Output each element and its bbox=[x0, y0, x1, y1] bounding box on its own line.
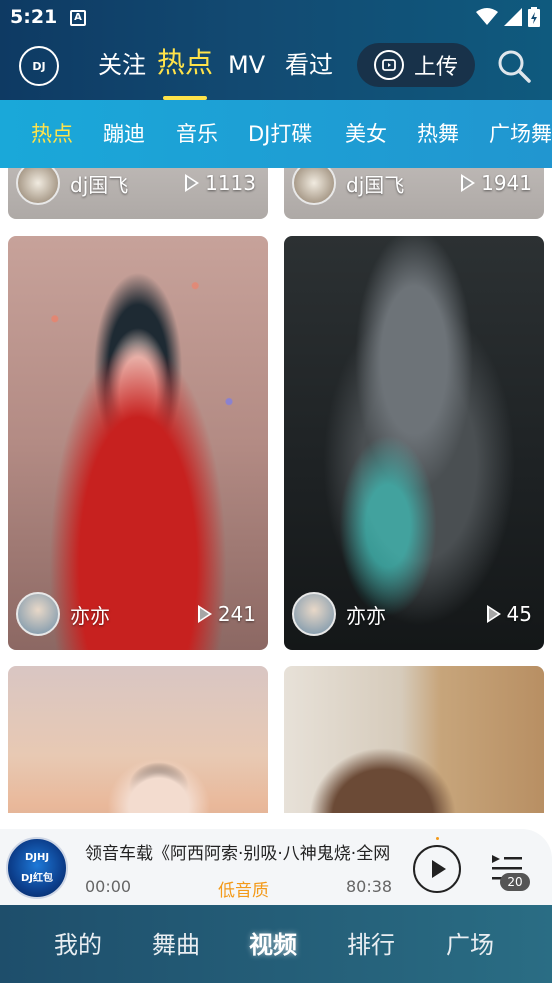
play-button[interactable] bbox=[413, 845, 461, 893]
avatar bbox=[16, 168, 60, 205]
track-title: 领音车载《阿西阿索·别吸·八神鬼烧·全网 bbox=[85, 844, 391, 864]
play-icon bbox=[432, 860, 446, 878]
upload-icon bbox=[373, 50, 404, 80]
logo-text: DJ bbox=[32, 59, 46, 73]
queue-count-badge: 20 bbox=[500, 873, 530, 891]
author-name: dj国飞 bbox=[346, 172, 405, 197]
tab-hot[interactable]: 热点 bbox=[157, 48, 213, 78]
signal-icon bbox=[504, 8, 522, 26]
nav-square[interactable]: 广场 bbox=[446, 929, 494, 961]
nav-ranking[interactable]: 排行 bbox=[347, 929, 395, 961]
video-card[interactable] bbox=[8, 666, 268, 813]
tab-follow[interactable]: 关注 bbox=[98, 50, 146, 80]
avatar bbox=[292, 168, 336, 205]
play-count-value: 1941 bbox=[481, 171, 532, 195]
play-count: 1941 bbox=[461, 171, 532, 195]
system-icons bbox=[476, 7, 540, 27]
author-name: 亦亦 bbox=[346, 603, 386, 628]
search-icon[interactable] bbox=[496, 48, 532, 84]
current-time: 00:00 bbox=[85, 877, 132, 896]
play-count-icon bbox=[461, 174, 476, 192]
video-card[interactable]: dj国飞 1941 bbox=[284, 168, 544, 219]
author-name: dj国飞 bbox=[70, 172, 129, 197]
nav-dance-music[interactable]: 舞曲 bbox=[152, 929, 200, 961]
category-bar: 热点 蹦迪 音乐 DJ打碟 美女 热舞 广场舞 bbox=[0, 100, 552, 168]
play-count-value: 241 bbox=[217, 602, 256, 626]
play-count: 241 bbox=[197, 602, 256, 626]
avatar bbox=[292, 592, 336, 636]
wifi-icon bbox=[476, 8, 498, 25]
video-card[interactable]: dj国飞 1113 bbox=[8, 168, 268, 219]
album-art[interactable]: DJHJ DJ红包 bbox=[6, 837, 68, 899]
video-feed[interactable]: dj国飞 1113 dj国飞 1941 亦亦 241 亦亦 45 bbox=[0, 168, 552, 813]
upload-button[interactable]: 上传 bbox=[357, 43, 475, 87]
mini-player[interactable]: DJHJ DJ红包 领音车载《阿西阿索·别吸·八神鬼烧·全网 00:00 低音质… bbox=[0, 829, 552, 905]
battery-icon bbox=[528, 7, 540, 27]
play-count-icon bbox=[486, 605, 501, 623]
play-count-icon bbox=[185, 174, 200, 192]
play-count-icon bbox=[197, 605, 212, 623]
nav-mine[interactable]: 我的 bbox=[54, 929, 102, 961]
video-card[interactable]: 亦亦 241 bbox=[8, 236, 268, 650]
category-hot[interactable]: 热点 bbox=[31, 120, 73, 148]
category-beauty[interactable]: 美女 bbox=[345, 120, 387, 148]
author-name: 亦亦 bbox=[70, 603, 110, 628]
play-count: 1113 bbox=[185, 171, 256, 195]
album-art-bottom-text: DJ红包 bbox=[20, 873, 54, 884]
album-art-top-text: DJHJ bbox=[24, 852, 50, 863]
upload-label: 上传 bbox=[413, 55, 458, 80]
video-card[interactable] bbox=[284, 666, 544, 813]
quality-toggle[interactable]: 低音质 bbox=[218, 876, 269, 901]
track-duration: 80:38 bbox=[346, 877, 393, 896]
status-bar: 5:21 A bbox=[0, 0, 552, 36]
progress-dot bbox=[436, 837, 439, 840]
dj-logo-icon[interactable]: DJ bbox=[19, 46, 59, 86]
status-time: 5:21 bbox=[10, 6, 58, 28]
category-hot-dance[interactable]: 热舞 bbox=[417, 120, 459, 148]
play-count-value: 1113 bbox=[205, 171, 256, 195]
tab-history[interactable]: 看过 bbox=[285, 50, 333, 80]
category-square-dance[interactable]: 广场舞 bbox=[489, 120, 552, 148]
play-count-value: 45 bbox=[506, 602, 532, 626]
notification-icon: A bbox=[70, 10, 86, 26]
play-count: 45 bbox=[486, 602, 532, 626]
tab-mv[interactable]: MV bbox=[228, 50, 265, 80]
avatar bbox=[16, 592, 60, 636]
category-music[interactable]: 音乐 bbox=[176, 120, 218, 148]
app-header: 5:21 A DJ 关注 热点 MV 看过 上传 bbox=[0, 0, 552, 100]
video-card[interactable]: 亦亦 45 bbox=[284, 236, 544, 650]
category-dj-mixing[interactable]: DJ打碟 bbox=[248, 120, 312, 148]
nav-video[interactable]: 视频 bbox=[249, 929, 297, 961]
category-disco[interactable]: 蹦迪 bbox=[103, 120, 145, 148]
bottom-nav: 我的 舞曲 视频 排行 广场 bbox=[0, 905, 552, 983]
